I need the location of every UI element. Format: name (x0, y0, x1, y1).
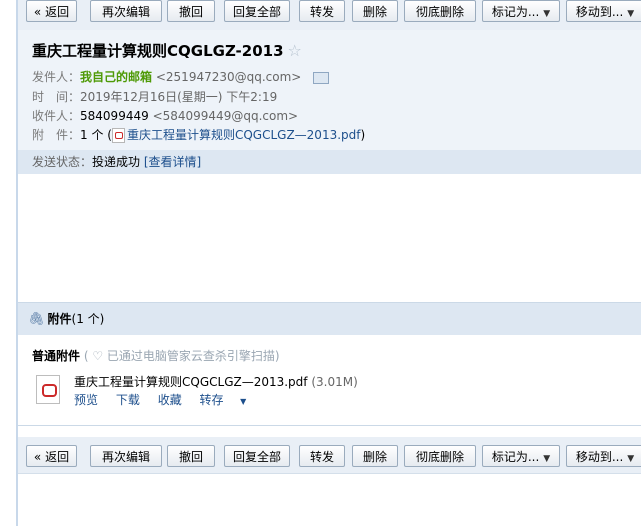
sender-address: <251947230@qq.com> (155, 70, 302, 84)
attachment-actions: 预览 下载 收藏 转存 ▼ (74, 391, 260, 408)
attachments-count: (1 个) (71, 312, 105, 326)
attachment-close-paren: ) (360, 128, 366, 142)
recall-button[interactable]: 撤回 (167, 0, 215, 22)
attachment-row: 附 件：1 个 ( 重庆工程量计算规则CQGCLGZ—2013.pdf) (32, 126, 365, 143)
time-value: 2019年12月16日(星期一) 下午2:19 (80, 90, 278, 104)
move-to-dropdown[interactable]: 移动到... ▼ (566, 445, 641, 467)
save-to-label: 转存 (199, 393, 224, 407)
status-details-link[interactable]: [查看详情] (144, 155, 201, 169)
recipient-name[interactable]: 584099449 (80, 109, 149, 123)
status-label: 发送状态： (32, 155, 93, 169)
forward-button[interactable]: 转发 (299, 445, 345, 467)
attachments-title: 附件 (47, 312, 72, 326)
attachment-count: 1 个 ( (80, 128, 112, 142)
delete-button[interactable]: 删除 (352, 0, 398, 22)
delete-permanently-button[interactable]: 彻底删除 (404, 445, 476, 467)
reedit-button[interactable]: 再次编辑 (90, 0, 162, 22)
email-subject-row: 重庆工程量计算规则CQGLGZ-2013 ☆ (32, 40, 302, 61)
move-to-label: 移动到... (575, 450, 624, 464)
forward-button[interactable]: 转发 (299, 0, 345, 22)
chevron-down-icon: ▼ (543, 9, 551, 19)
pdf-file-icon[interactable] (36, 375, 60, 404)
recipient-row: 收件人：584099449 <584099449@qq.com> (32, 107, 298, 124)
contact-card-icon[interactable] (313, 71, 330, 84)
attachment-file-name[interactable]: 重庆工程量计算规则CQGCLGZ—2013.pdf (74, 375, 308, 389)
attachment-file-size: (3.01M) (311, 375, 358, 389)
preview-link[interactable]: 预览 (74, 393, 98, 407)
attachments-section: 🖇 附件(1 个) 普通附件 ( ♡ 已通过电脑管家云查杀引擎扫描) 重庆工程量计… (18, 302, 641, 426)
collect-link[interactable]: 收藏 (158, 393, 182, 407)
mark-as-dropdown[interactable]: 标记为... ▼ (482, 445, 560, 467)
attachments-header: 🖇 附件(1 个) (18, 303, 641, 335)
chevron-down-icon: ▼ (543, 454, 551, 464)
back-button[interactable]: « 返回 (26, 445, 77, 467)
status-value: 投递成功 (92, 155, 141, 169)
delivery-status-bar: 发送状态：投递成功 [查看详情] (18, 150, 641, 174)
sender-row: 发件人：我自己的邮箱 <251947230@qq.com> (32, 68, 330, 85)
sender-label: 发件人： (32, 70, 81, 84)
mark-as-label: 标记为... (491, 450, 540, 464)
move-to-label: 移动到... (575, 5, 624, 19)
save-to-dropdown[interactable]: 转存 ▼ (200, 393, 261, 407)
time-row: 时 间：2019年12月16日(星期一) 下午2:19 (32, 88, 277, 105)
recipient-address: <584099449@qq.com> (152, 109, 299, 123)
attachment-label: 附 件： (32, 128, 81, 142)
download-link[interactable]: 下载 (116, 393, 140, 407)
normal-attachment-row: 普通附件 ( ♡ 已通过电脑管家云查杀引擎扫描) (32, 347, 280, 364)
recall-button[interactable]: 撤回 (167, 445, 215, 467)
chevron-down-icon: ▼ (627, 9, 635, 19)
pdf-file-icon (111, 128, 125, 143)
email-subject: 重庆工程量计算规则CQGLGZ-2013 (32, 42, 284, 60)
bottom-toolbar: « 返回 再次编辑 撤回 回复全部 转发 删除 彻底删除 标记为... ▼ 移动到… (18, 437, 641, 474)
reply-all-button[interactable]: 回复全部 (224, 445, 290, 467)
normal-attachment-label: 普通附件 (32, 349, 81, 363)
delete-permanently-button[interactable]: 彻底删除 (404, 0, 476, 22)
time-label: 时 间： (32, 90, 81, 104)
star-icon[interactable]: ☆ (288, 41, 302, 60)
mark-as-dropdown[interactable]: 标记为... ▼ (482, 0, 560, 22)
move-to-dropdown[interactable]: 移动到... ▼ (566, 0, 641, 22)
mark-as-label: 标记为... (491, 5, 540, 19)
attachment-file-row: 重庆工程量计算规则CQGCLGZ—2013.pdf (3.01M) (74, 373, 358, 390)
sender-name[interactable]: 我自己的邮箱 (80, 70, 152, 84)
reply-all-button[interactable]: 回复全部 (224, 0, 290, 22)
attachment-link[interactable]: 重庆工程量计算规则CQGCLGZ—2013.pdf (127, 128, 361, 142)
reedit-button[interactable]: 再次编辑 (90, 445, 162, 467)
recipient-label: 收件人： (32, 109, 81, 123)
caret-down-icon: ▼ (237, 397, 247, 406)
back-button[interactable]: « 返回 (26, 0, 77, 22)
scan-note: ( ♡ 已通过电脑管家云查杀引擎扫描) (83, 349, 280, 363)
delete-button[interactable]: 删除 (352, 445, 398, 467)
paperclip-icon: 🖇 (28, 312, 45, 327)
chevron-down-icon: ▼ (627, 454, 635, 464)
top-toolbar: « 返回 再次编辑 撤回 回复全部 转发 删除 彻底删除 标记为... ▼ 移动到… (18, 0, 641, 31)
